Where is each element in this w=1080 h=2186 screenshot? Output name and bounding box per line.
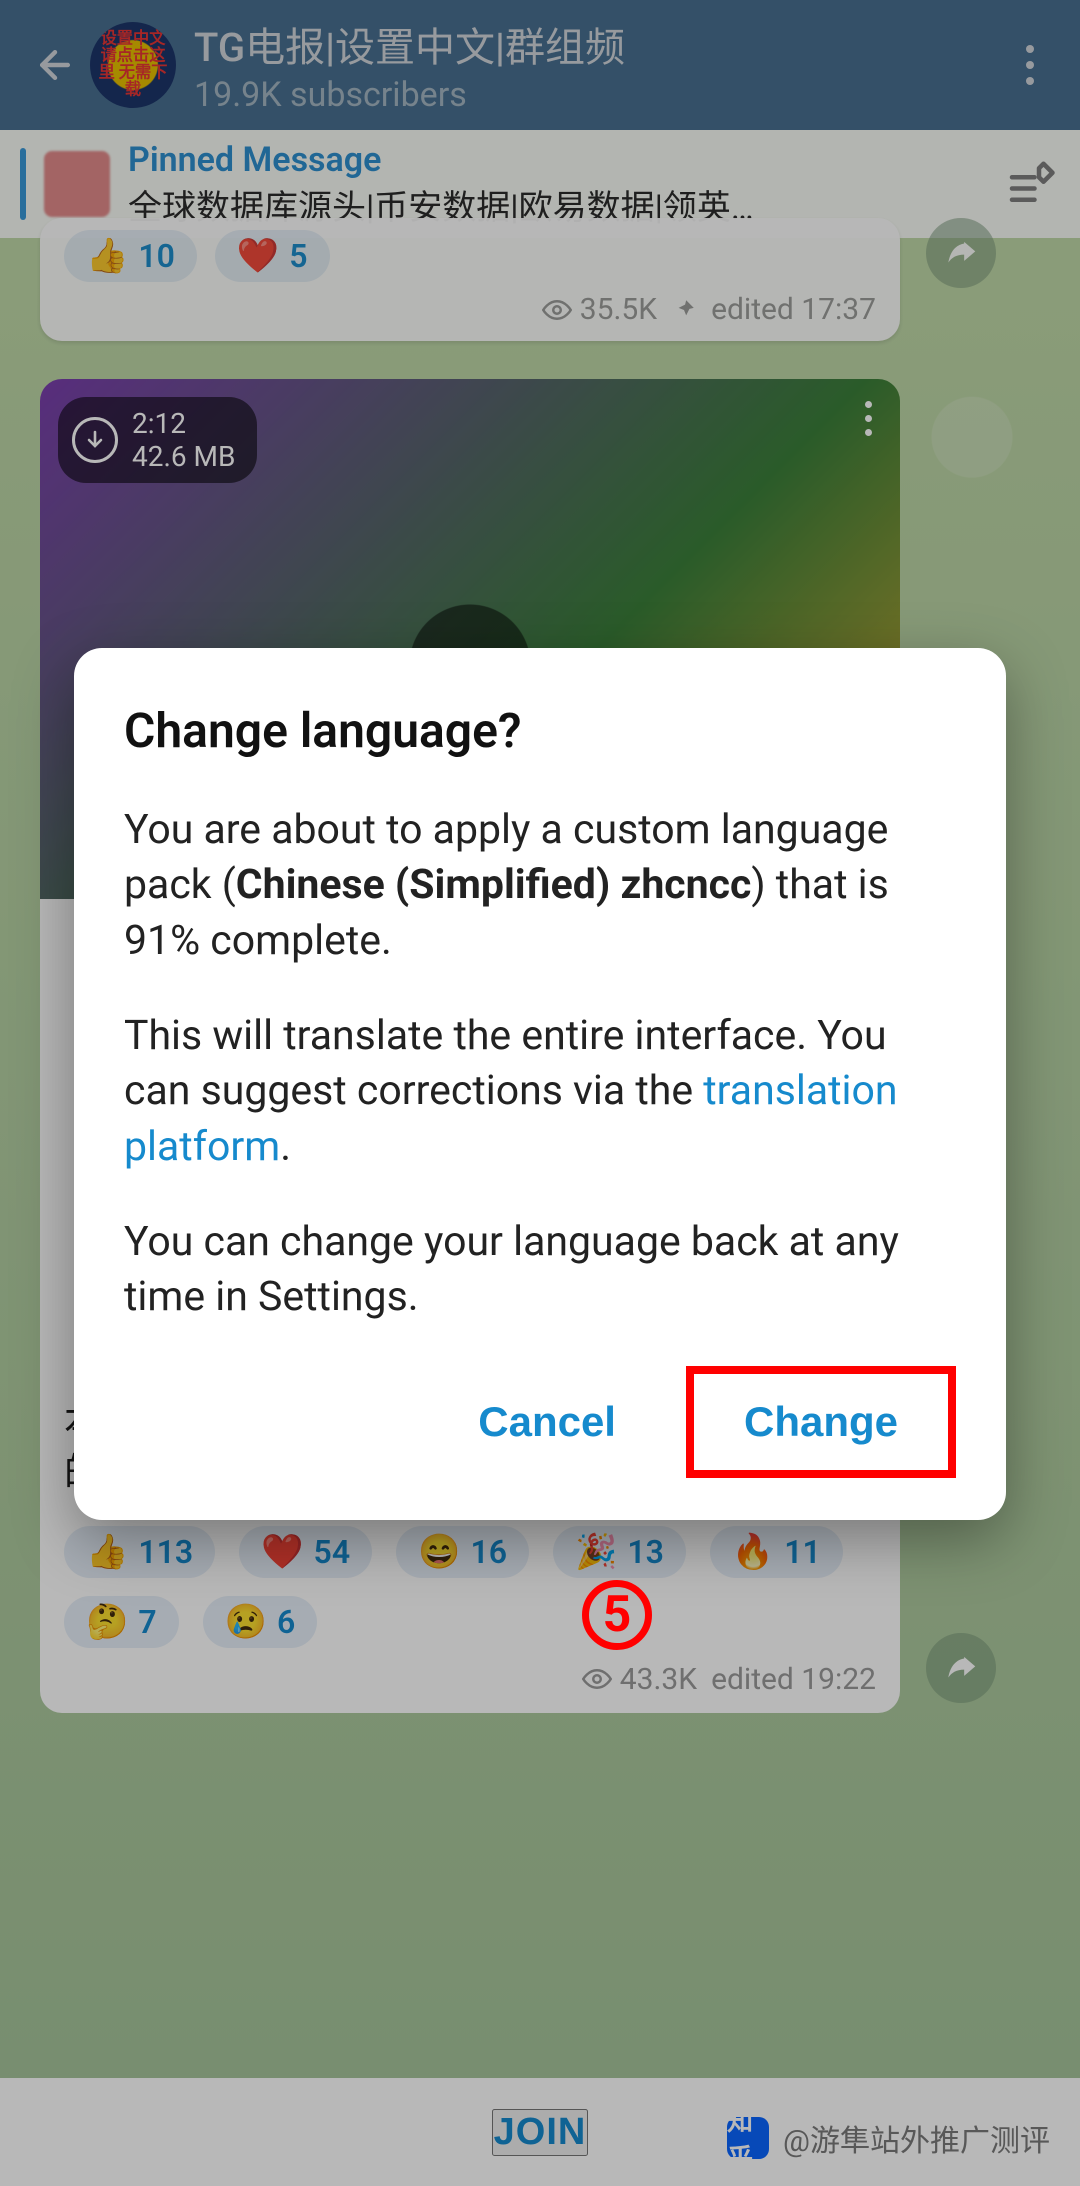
cancel-button[interactable]: Cancel [448, 1382, 646, 1462]
dialog-body: You are about to apply a custom language… [124, 803, 956, 1326]
annotation-step-number: 5 [582, 1580, 652, 1650]
dialog-title: Change language? [124, 702, 956, 759]
text-segment: You can change your language back at any… [124, 1215, 956, 1326]
annotation-highlight-box: Change [686, 1366, 956, 1478]
language-pack-name: Chinese (Simplified) zhcncc [236, 861, 752, 909]
text-segment: . [280, 1123, 291, 1171]
dialog-actions: Cancel Change [124, 1366, 956, 1478]
change-language-dialog: Change language? You are about to apply … [74, 648, 1006, 1520]
change-button[interactable]: Change [714, 1382, 928, 1462]
